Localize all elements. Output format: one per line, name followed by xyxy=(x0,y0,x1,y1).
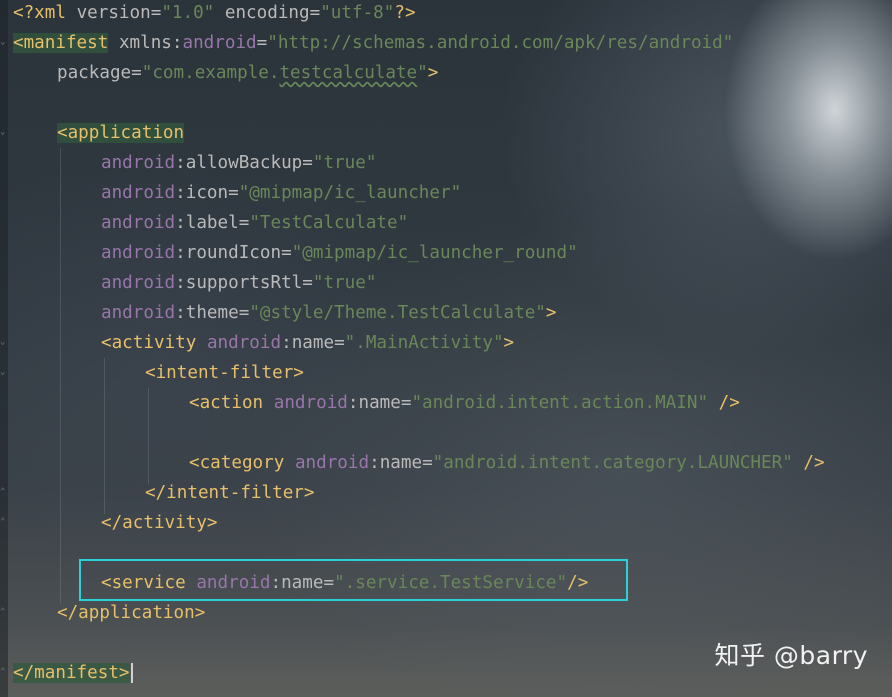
code-line-manifest-open: <manifest xmlns:android="http://schemas.… xyxy=(13,33,734,53)
code-line-activity-close: </activity> xyxy=(101,513,218,533)
code-line-application-open: <application xyxy=(57,120,185,146)
code-line-application-close: </application> xyxy=(57,603,206,623)
code-line-attr-theme: android:theme="@style/Theme.TestCalculat… xyxy=(101,303,557,323)
code-line-attr-label: android:label="TestCalculate" xyxy=(101,213,409,233)
code-line-category: <category android:name="android.intent.c… xyxy=(189,453,825,473)
code-line-attr-icon: android:icon="@mipmap/ic_launcher" xyxy=(101,183,462,203)
code-line-xml-declaration: <?xml version="1.0" encoding="utf-8"?> xyxy=(13,3,416,23)
code-line-package: package="com.example.testcalculate"> xyxy=(57,63,439,83)
application-tag: <application xyxy=(57,123,185,143)
watermark-text: 知乎 @barry xyxy=(714,641,868,670)
code-line-attr-roundicon: android:roundIcon="@mipmap/ic_launcher_r… xyxy=(101,243,578,263)
service-highlight-box xyxy=(79,559,628,601)
code-line-activity-open: <activity android:name=".MainActivity"> xyxy=(101,333,515,353)
code-line-manifest-close: </manifest> xyxy=(13,660,133,686)
code-line-intent-filter-close: </intent-filter> xyxy=(145,483,315,503)
spellcheck-underline: testcalculate xyxy=(279,63,418,83)
manifest-tag: <manifest xyxy=(13,33,109,53)
code-line-intent-filter-open: <intent-filter> xyxy=(145,363,304,383)
text-caret xyxy=(130,663,133,683)
code-line-attr-allowbackup: android:allowBackup="true" xyxy=(101,153,377,173)
code-line-action: <action android:name="android.intent.act… xyxy=(189,393,740,413)
code-line-attr-supportsrtl: android:supportsRtl="true" xyxy=(101,273,377,293)
